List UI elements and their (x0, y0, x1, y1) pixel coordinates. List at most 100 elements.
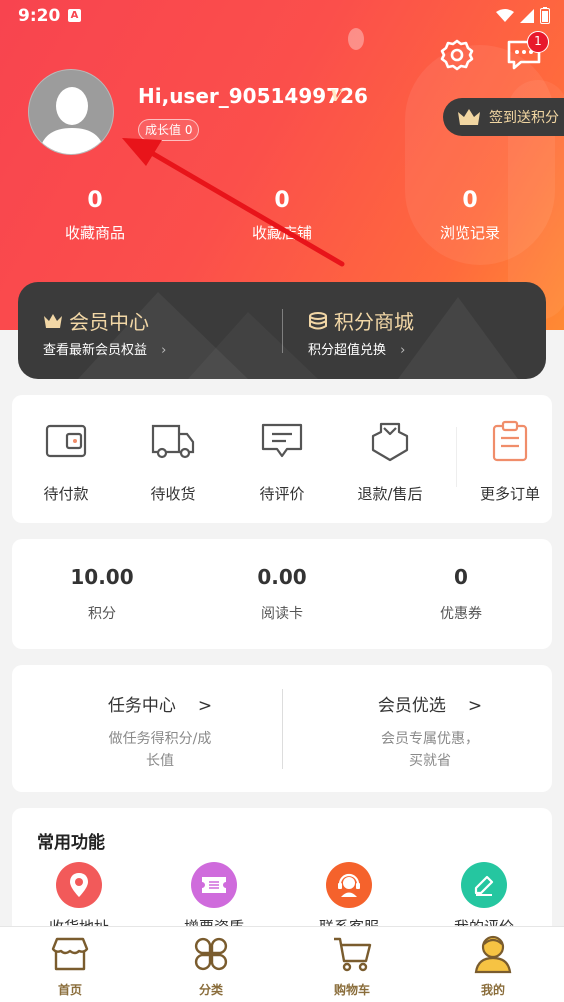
stat-browse-history[interactable]: 0 浏览记录 (410, 186, 530, 243)
tab-label: 购物车 (333, 983, 370, 997)
tab-mine[interactable]: 我的 (443, 933, 543, 998)
stat-favorite-goods[interactable]: 0 收藏商品 (35, 186, 155, 243)
stat-favorite-shops[interactable]: 0 收藏店铺 (222, 186, 342, 243)
profile-header (0, 0, 564, 330)
asset-value: 0.00 (257, 565, 307, 589)
asset-value: 0 (454, 565, 468, 589)
gear-icon (440, 39, 474, 71)
category-icon (194, 937, 228, 971)
checkin-button[interactable]: 签到送积分 (443, 98, 564, 136)
default-avatar-icon (39, 87, 105, 154)
tab-label: 首页 (57, 983, 82, 997)
task-center-desc: 做任务得积分/成 长值 (60, 728, 260, 772)
clipboard-icon (492, 420, 528, 462)
tasks-card: 任务中心 > 做任务得积分/成 长值 会员优选 > 会员专属优惠， 买就省 (12, 665, 552, 792)
growth-value-badge[interactable]: 成长值 0 (138, 119, 200, 141)
wifi-icon (496, 8, 514, 22)
stat-label: 收藏店铺 (251, 224, 312, 242)
points-mall-title: 积分商城 (308, 306, 414, 335)
vip-icon: V (330, 86, 343, 105)
member-center-subtitle: 查看最新会员权益 › (43, 339, 166, 358)
desc-line: 会员专属优惠， (381, 731, 479, 747)
tab-label: 分类 (198, 983, 223, 997)
avatar[interactable] (28, 69, 114, 155)
task-center-button[interactable]: 任务中心 > 做任务得积分/成 长值 (60, 691, 260, 772)
home-icon (51, 937, 89, 971)
divider (282, 689, 283, 769)
function-icon-circle (326, 862, 372, 908)
desc-line: 买就省 (409, 753, 451, 769)
battery-icon (540, 7, 550, 24)
app-notification-icon: A (68, 9, 81, 22)
tab-category[interactable]: 分类 (161, 933, 261, 998)
chevron-right-icon: › (400, 343, 406, 358)
member-center-subtitle-text: 查看最新会员权益 (43, 343, 148, 358)
asset-label: 阅读卡 (261, 606, 303, 622)
member-center-title: 会员中心 (43, 306, 149, 335)
order-pending-receipt[interactable]: 待收货 (123, 419, 223, 504)
desc-line: 做任务得积分/成 (108, 731, 212, 747)
coins-icon (309, 311, 327, 329)
status-bar: 9:20 A (0, 0, 564, 32)
points-mall-button[interactable]: 积分商城 积分超值兑换 › (282, 282, 546, 379)
refund-icon (371, 422, 409, 462)
comment-icon (261, 423, 303, 458)
tab-home[interactable]: 首页 (20, 933, 120, 998)
member-center-button[interactable]: 会员中心 查看最新会员权益 › (18, 282, 282, 379)
member-picks-button[interactable]: 会员优选 > 会员专属优惠， 买就省 (330, 691, 530, 772)
order-label: 更多订单 (479, 485, 540, 503)
status-time: 9:20 (18, 6, 61, 26)
function-icon-circle (191, 862, 237, 908)
section-title: 常用功能 (37, 833, 105, 853)
crown-icon (458, 109, 480, 125)
task-center-title: 任务中心 > (60, 691, 260, 716)
signal-icon (520, 8, 534, 23)
function-icon-circle (56, 862, 102, 908)
order-pending-payment[interactable]: 待付款 (16, 419, 116, 504)
orders-card: 待付款 待收货 待评价 退款/售后 更多订单 (12, 395, 552, 523)
points-mall-label: 积分商城 (334, 310, 414, 334)
tab-cart[interactable]: 购物车 (302, 933, 402, 998)
orders-divider (456, 427, 457, 487)
asset-label: 优惠券 (440, 606, 482, 622)
order-label: 待收货 (150, 485, 196, 503)
member-center-label: 会员中心 (69, 310, 149, 334)
member-card: 会员中心 查看最新会员权益 › 积分商城 积分超值兑换 › (18, 282, 546, 379)
crown-icon (44, 313, 62, 328)
desc-line: 长值 (146, 753, 174, 769)
location-icon (70, 873, 88, 897)
order-pending-review[interactable]: 待评价 (232, 419, 332, 504)
function-icon-circle (461, 862, 507, 908)
stat-label: 收藏商品 (64, 224, 125, 242)
chevron-right-icon: > (467, 696, 483, 716)
status-icons (496, 7, 550, 24)
task-center-label: 任务中心 (107, 696, 176, 716)
order-more[interactable]: 更多订单 (460, 419, 560, 504)
edit-icon (474, 875, 494, 896)
order-label: 待评价 (259, 485, 305, 503)
asset-reading-card[interactable]: 0.00 阅读卡 (192, 565, 372, 623)
points-mall-subtitle-text: 积分超值兑换 (308, 343, 387, 358)
message-count-badge: 1 (527, 31, 549, 53)
tab-label: 我的 (480, 983, 505, 997)
asset-points[interactable]: 10.00 积分 (12, 565, 192, 623)
wallet-icon (45, 424, 87, 458)
order-refund-aftersale[interactable]: 退款/售后 (340, 419, 440, 504)
stat-value: 0 (274, 188, 290, 213)
stat-value: 0 (87, 188, 103, 213)
stat-label: 浏览记录 (439, 224, 500, 242)
member-picks-title: 会员优选 > (330, 691, 530, 716)
service-icon (338, 873, 360, 897)
stat-value: 0 (462, 188, 478, 213)
member-picks-desc: 会员专属优惠， 买就省 (330, 728, 530, 772)
settings-button[interactable] (440, 38, 474, 72)
user-icon (474, 935, 512, 974)
chevron-right-icon: › (161, 343, 167, 358)
order-label: 退款/售后 (357, 485, 423, 503)
asset-coupons[interactable]: 0 优惠券 (371, 565, 551, 623)
ticket-icon (202, 877, 226, 893)
cart-icon (334, 937, 372, 972)
order-label: 待付款 (43, 485, 89, 503)
assets-card: 10.00 积分 0.00 阅读卡 0 优惠券 (12, 539, 552, 649)
points-mall-subtitle: 积分超值兑换 › (308, 339, 405, 358)
